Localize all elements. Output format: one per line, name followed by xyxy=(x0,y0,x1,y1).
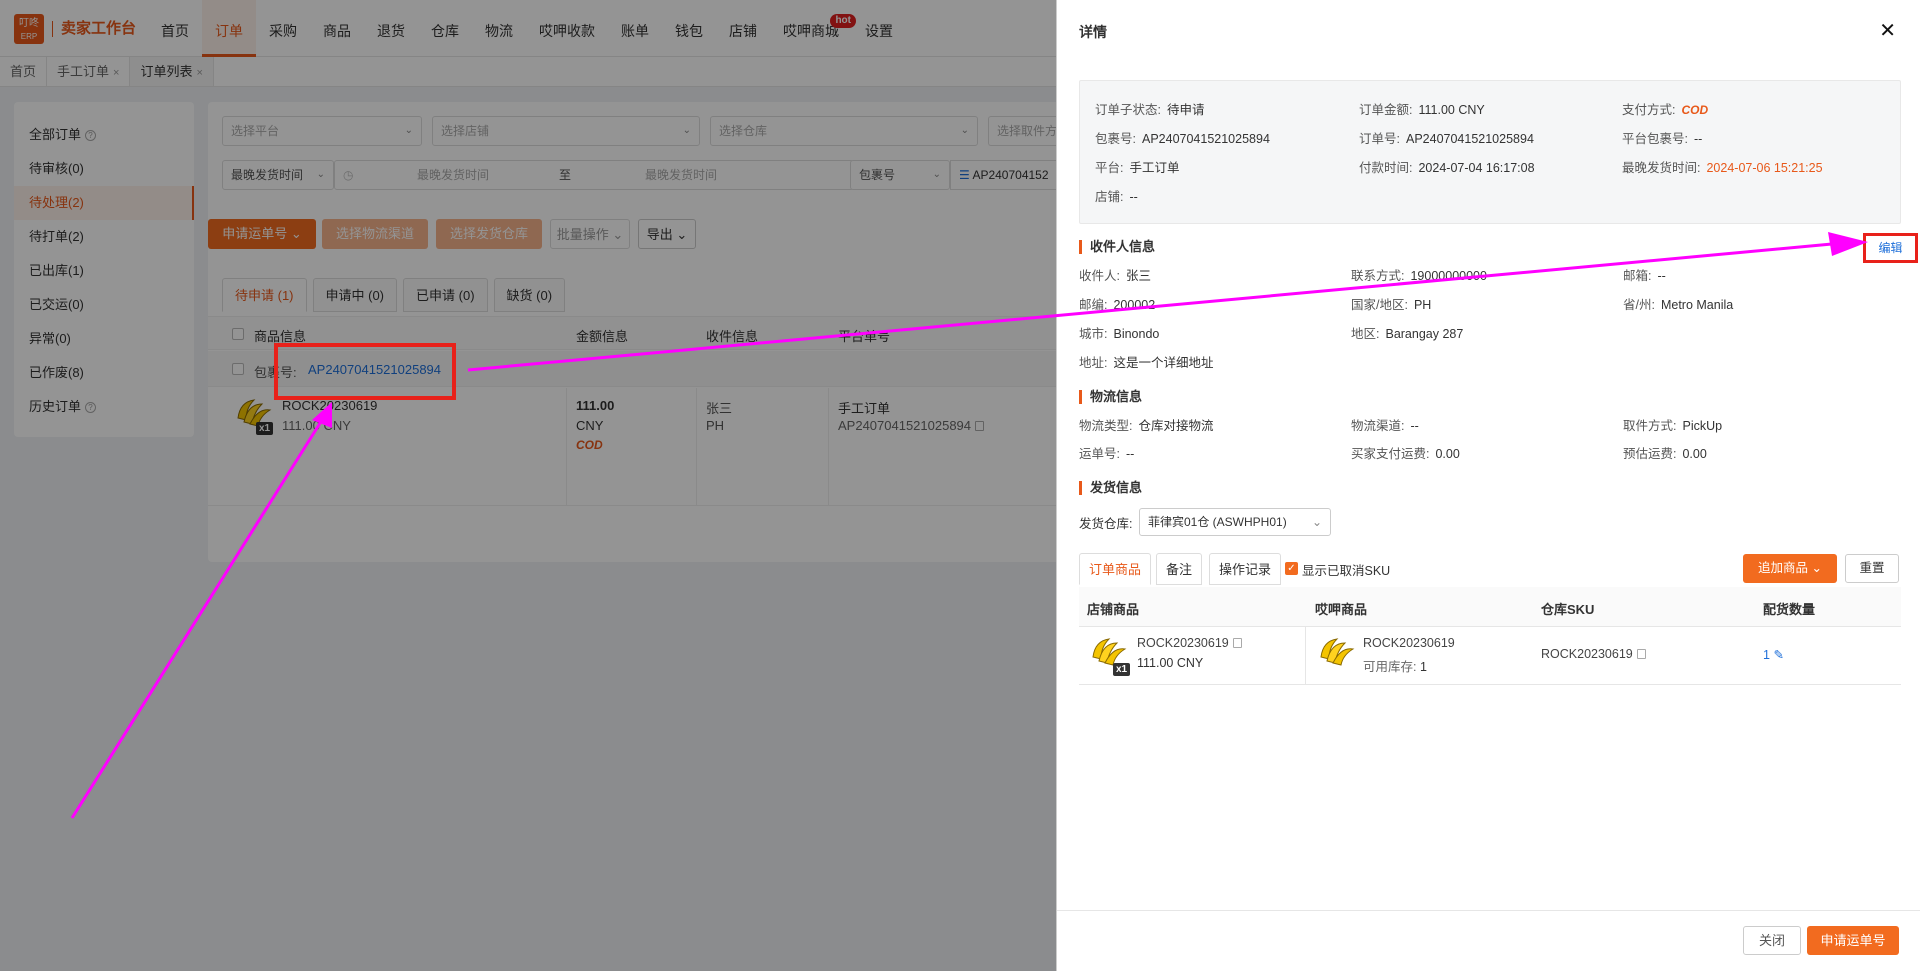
annotation-arrowhead xyxy=(312,402,332,428)
app: 叮咚 ERP 卖家工作台 首页 订单 采购 商品 退货 仓库 物流 哎呷收款 账… xyxy=(0,0,1920,971)
annotation-arrow-line xyxy=(467,242,1833,372)
annotation-arrows xyxy=(70,232,1868,819)
annotation-arrowhead xyxy=(1828,232,1868,256)
annotation-arrow-line xyxy=(70,419,324,819)
